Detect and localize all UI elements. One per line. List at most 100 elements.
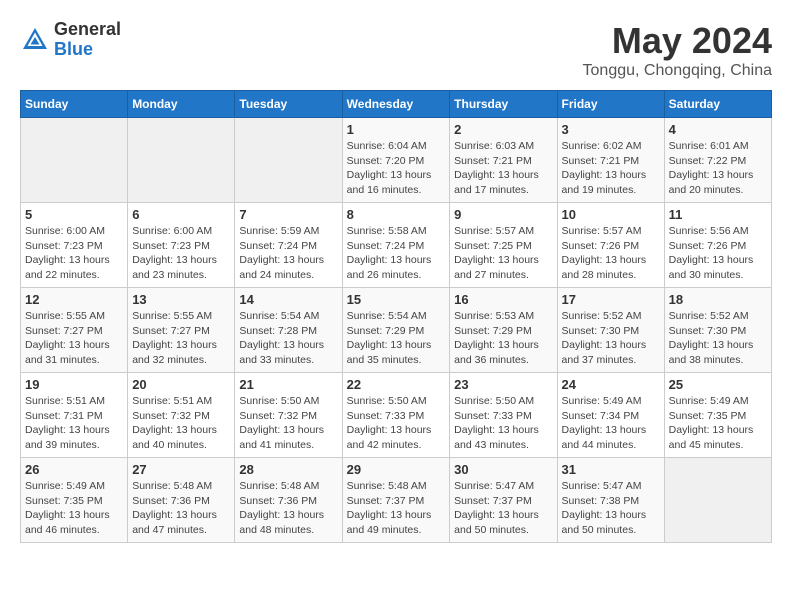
day-info: Sunrise: 5:48 AM Sunset: 7:37 PM Dayligh… xyxy=(347,479,446,538)
day-info: Sunrise: 5:53 AM Sunset: 7:29 PM Dayligh… xyxy=(454,309,552,368)
day-info: Sunrise: 6:00 AM Sunset: 7:23 PM Dayligh… xyxy=(132,224,230,283)
day-info: Sunrise: 5:49 AM Sunset: 7:34 PM Dayligh… xyxy=(562,394,660,453)
day-number: 2 xyxy=(454,122,552,137)
calendar-cell: 3 Sunrise: 6:02 AM Sunset: 7:21 PM Daylig… xyxy=(557,118,664,203)
calendar-cell: 24 Sunrise: 5:49 AM Sunset: 7:34 PM Dayli… xyxy=(557,373,664,458)
calendar-week-row: 12Sunrise: 5:55 AM Sunset: 7:27 PM Dayli… xyxy=(21,288,772,373)
calendar-cell: 23Sunrise: 5:50 AM Sunset: 7:33 PM Dayli… xyxy=(450,373,557,458)
day-info: Sunrise: 5:52 AM Sunset: 7:30 PM Dayligh… xyxy=(562,309,660,368)
weekday-header: Monday xyxy=(128,91,235,118)
calendar-cell: 4 Sunrise: 6:01 AM Sunset: 7:22 PM Daylig… xyxy=(664,118,771,203)
day-info: Sunrise: 5:55 AM Sunset: 7:27 PM Dayligh… xyxy=(132,309,230,368)
day-number: 30 xyxy=(454,462,552,477)
day-number: 10 xyxy=(562,207,660,222)
calendar-cell: 10 Sunrise: 5:57 AM Sunset: 7:26 PM Dayli… xyxy=(557,203,664,288)
calendar-cell: 20 Sunrise: 5:51 AM Sunset: 7:32 PM Dayli… xyxy=(128,373,235,458)
calendar-cell: 11 Sunrise: 5:56 AM Sunset: 7:26 PM Dayli… xyxy=(664,203,771,288)
day-info: Sunrise: 5:47 AM Sunset: 7:37 PM Dayligh… xyxy=(454,479,552,538)
calendar-header: SundayMondayTuesdayWednesdayThursdayFrid… xyxy=(21,91,772,118)
day-info: Sunrise: 5:51 AM Sunset: 7:31 PM Dayligh… xyxy=(25,394,123,453)
day-number: 7 xyxy=(239,207,337,222)
calendar-week-row: 26Sunrise: 5:49 AM Sunset: 7:35 PM Dayli… xyxy=(21,458,772,543)
day-number: 15 xyxy=(347,292,446,307)
day-info: Sunrise: 5:54 AM Sunset: 7:29 PM Dayligh… xyxy=(347,309,446,368)
day-info: Sunrise: 5:51 AM Sunset: 7:32 PM Dayligh… xyxy=(132,394,230,453)
calendar-week-row: 5Sunrise: 6:00 AM Sunset: 7:23 PM Daylig… xyxy=(21,203,772,288)
day-number: 17 xyxy=(562,292,660,307)
day-number: 20 xyxy=(132,377,230,392)
day-number: 14 xyxy=(239,292,337,307)
calendar-cell: 19Sunrise: 5:51 AM Sunset: 7:31 PM Dayli… xyxy=(21,373,128,458)
weekday-header: Sunday xyxy=(21,91,128,118)
day-number: 13 xyxy=(132,292,230,307)
calendar-cell: 29 Sunrise: 5:48 AM Sunset: 7:37 PM Dayli… xyxy=(342,458,450,543)
calendar-week-row: 1 Sunrise: 6:04 AM Sunset: 7:20 PM Daylig… xyxy=(21,118,772,203)
logo-text: General Blue xyxy=(54,20,121,60)
day-number: 8 xyxy=(347,207,446,222)
day-info: Sunrise: 5:54 AM Sunset: 7:28 PM Dayligh… xyxy=(239,309,337,368)
calendar-cell: 31Sunrise: 5:47 AM Sunset: 7:38 PM Dayli… xyxy=(557,458,664,543)
day-info: Sunrise: 5:49 AM Sunset: 7:35 PM Dayligh… xyxy=(669,394,767,453)
day-info: Sunrise: 5:57 AM Sunset: 7:25 PM Dayligh… xyxy=(454,224,552,283)
day-number: 1 xyxy=(347,122,446,137)
weekday-header: Friday xyxy=(557,91,664,118)
calendar-cell: 9 Sunrise: 5:57 AM Sunset: 7:25 PM Daylig… xyxy=(450,203,557,288)
calendar-cell: 16 Sunrise: 5:53 AM Sunset: 7:29 PM Dayli… xyxy=(450,288,557,373)
calendar-cell: 28 Sunrise: 5:48 AM Sunset: 7:36 PM Dayli… xyxy=(235,458,342,543)
calendar-cell xyxy=(21,118,128,203)
calendar-cell: 15 Sunrise: 5:54 AM Sunset: 7:29 PM Dayli… xyxy=(342,288,450,373)
day-info: Sunrise: 5:47 AM Sunset: 7:38 PM Dayligh… xyxy=(562,479,660,538)
day-info: Sunrise: 5:57 AM Sunset: 7:26 PM Dayligh… xyxy=(562,224,660,283)
day-info: Sunrise: 6:04 AM Sunset: 7:20 PM Dayligh… xyxy=(347,139,446,198)
calendar-cell: 30 Sunrise: 5:47 AM Sunset: 7:37 PM Dayli… xyxy=(450,458,557,543)
calendar-cell xyxy=(664,458,771,543)
day-info: Sunrise: 6:02 AM Sunset: 7:21 PM Dayligh… xyxy=(562,139,660,198)
logo-icon xyxy=(20,25,50,55)
calendar-cell: 26Sunrise: 5:49 AM Sunset: 7:35 PM Dayli… xyxy=(21,458,128,543)
day-info: Sunrise: 5:48 AM Sunset: 7:36 PM Dayligh… xyxy=(239,479,337,538)
calendar-cell: 8Sunrise: 5:58 AM Sunset: 7:24 PM Daylig… xyxy=(342,203,450,288)
calendar-body: 1 Sunrise: 6:04 AM Sunset: 7:20 PM Daylig… xyxy=(21,118,772,543)
day-number: 11 xyxy=(669,207,767,222)
day-info: Sunrise: 6:00 AM Sunset: 7:23 PM Dayligh… xyxy=(25,224,123,283)
day-number: 4 xyxy=(669,122,767,137)
calendar-table: SundayMondayTuesdayWednesdayThursdayFrid… xyxy=(20,90,772,543)
day-number: 29 xyxy=(347,462,446,477)
day-number: 25 xyxy=(669,377,767,392)
calendar-cell: 5Sunrise: 6:00 AM Sunset: 7:23 PM Daylig… xyxy=(21,203,128,288)
day-number: 16 xyxy=(454,292,552,307)
day-info: Sunrise: 5:48 AM Sunset: 7:36 PM Dayligh… xyxy=(132,479,230,538)
day-info: Sunrise: 6:03 AM Sunset: 7:21 PM Dayligh… xyxy=(454,139,552,198)
day-info: Sunrise: 5:59 AM Sunset: 7:24 PM Dayligh… xyxy=(239,224,337,283)
day-number: 9 xyxy=(454,207,552,222)
day-info: Sunrise: 5:56 AM Sunset: 7:26 PM Dayligh… xyxy=(669,224,767,283)
calendar-title: May 2024 xyxy=(583,20,772,62)
day-info: Sunrise: 5:49 AM Sunset: 7:35 PM Dayligh… xyxy=(25,479,123,538)
day-number: 21 xyxy=(239,377,337,392)
logo: General Blue xyxy=(20,20,121,60)
day-number: 18 xyxy=(669,292,767,307)
calendar-cell xyxy=(128,118,235,203)
title-block: May 2024 Tonggu, Chongqing, China xyxy=(583,20,772,80)
weekday-header: Wednesday xyxy=(342,91,450,118)
day-number: 28 xyxy=(239,462,337,477)
day-number: 24 xyxy=(562,377,660,392)
page-header: General Blue May 2024 Tonggu, Chongqing,… xyxy=(20,20,772,80)
calendar-cell: 12Sunrise: 5:55 AM Sunset: 7:27 PM Dayli… xyxy=(21,288,128,373)
day-info: Sunrise: 6:01 AM Sunset: 7:22 PM Dayligh… xyxy=(669,139,767,198)
weekday-row: SundayMondayTuesdayWednesdayThursdayFrid… xyxy=(21,91,772,118)
day-info: Sunrise: 5:50 AM Sunset: 7:33 PM Dayligh… xyxy=(347,394,446,453)
calendar-cell: 14 Sunrise: 5:54 AM Sunset: 7:28 PM Dayli… xyxy=(235,288,342,373)
day-info: Sunrise: 5:52 AM Sunset: 7:30 PM Dayligh… xyxy=(669,309,767,368)
calendar-cell: 18 Sunrise: 5:52 AM Sunset: 7:30 PM Dayli… xyxy=(664,288,771,373)
day-number: 3 xyxy=(562,122,660,137)
calendar-cell: 6 Sunrise: 6:00 AM Sunset: 7:23 PM Daylig… xyxy=(128,203,235,288)
calendar-cell: 7 Sunrise: 5:59 AM Sunset: 7:24 PM Daylig… xyxy=(235,203,342,288)
weekday-header: Thursday xyxy=(450,91,557,118)
calendar-cell: 1 Sunrise: 6:04 AM Sunset: 7:20 PM Daylig… xyxy=(342,118,450,203)
calendar-cell: 27Sunrise: 5:48 AM Sunset: 7:36 PM Dayli… xyxy=(128,458,235,543)
calendar-cell: 22Sunrise: 5:50 AM Sunset: 7:33 PM Dayli… xyxy=(342,373,450,458)
calendar-subtitle: Tonggu, Chongqing, China xyxy=(583,62,772,80)
day-number: 6 xyxy=(132,207,230,222)
day-info: Sunrise: 5:50 AM Sunset: 7:33 PM Dayligh… xyxy=(454,394,552,453)
